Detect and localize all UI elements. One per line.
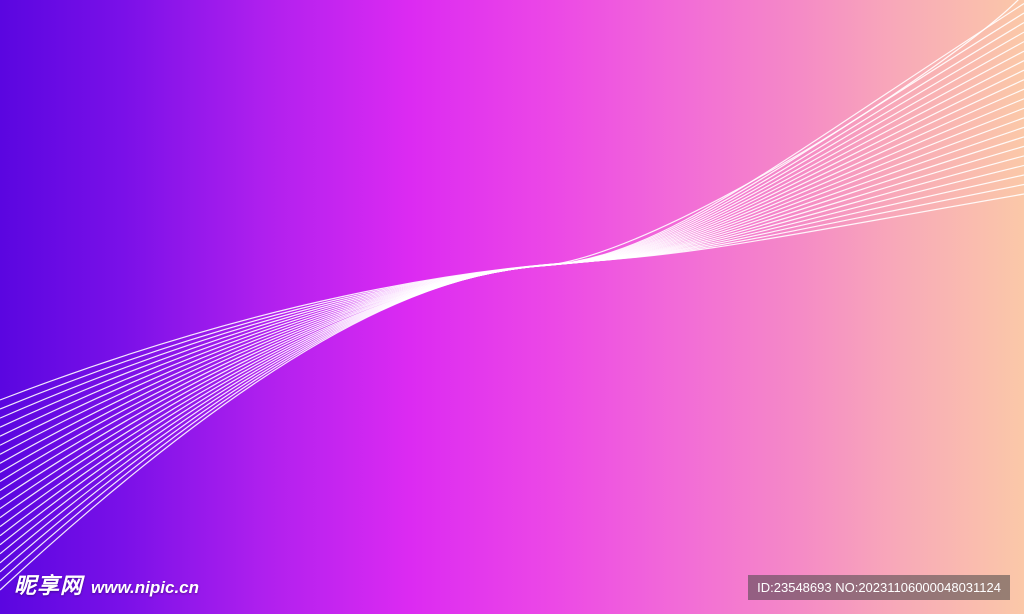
wave-line	[0, 41, 1024, 546]
wave-line	[0, 50, 1024, 537]
wave-lines-graphic	[0, 0, 1024, 591]
watermark-url: www.nipic.cn	[91, 578, 200, 597]
wave-line	[0, 69, 1024, 519]
watermark-logo: 昵享网 www.nipic.cn	[14, 568, 199, 600]
wave-line	[0, 79, 1024, 510]
wave-line	[0, 164, 1024, 428]
wave-line	[0, 107, 1024, 482]
wave-line	[0, 193, 1024, 401]
wave-line	[0, 60, 1024, 528]
wave-line	[0, 3, 1024, 582]
wave-line	[0, 183, 1024, 410]
wave-line	[0, 88, 1024, 501]
wave-line	[0, 0, 1019, 591]
wave-line	[0, 174, 1024, 419]
wave-line	[0, 126, 1024, 464]
watermark-id-badge: ID:23548693 NO:20231106000048031124	[748, 575, 1010, 600]
wave-line	[0, 136, 1024, 455]
wave-line	[0, 12, 1024, 573]
wave-line	[0, 117, 1024, 473]
watermark-logo-text: 昵享网	[14, 574, 84, 599]
